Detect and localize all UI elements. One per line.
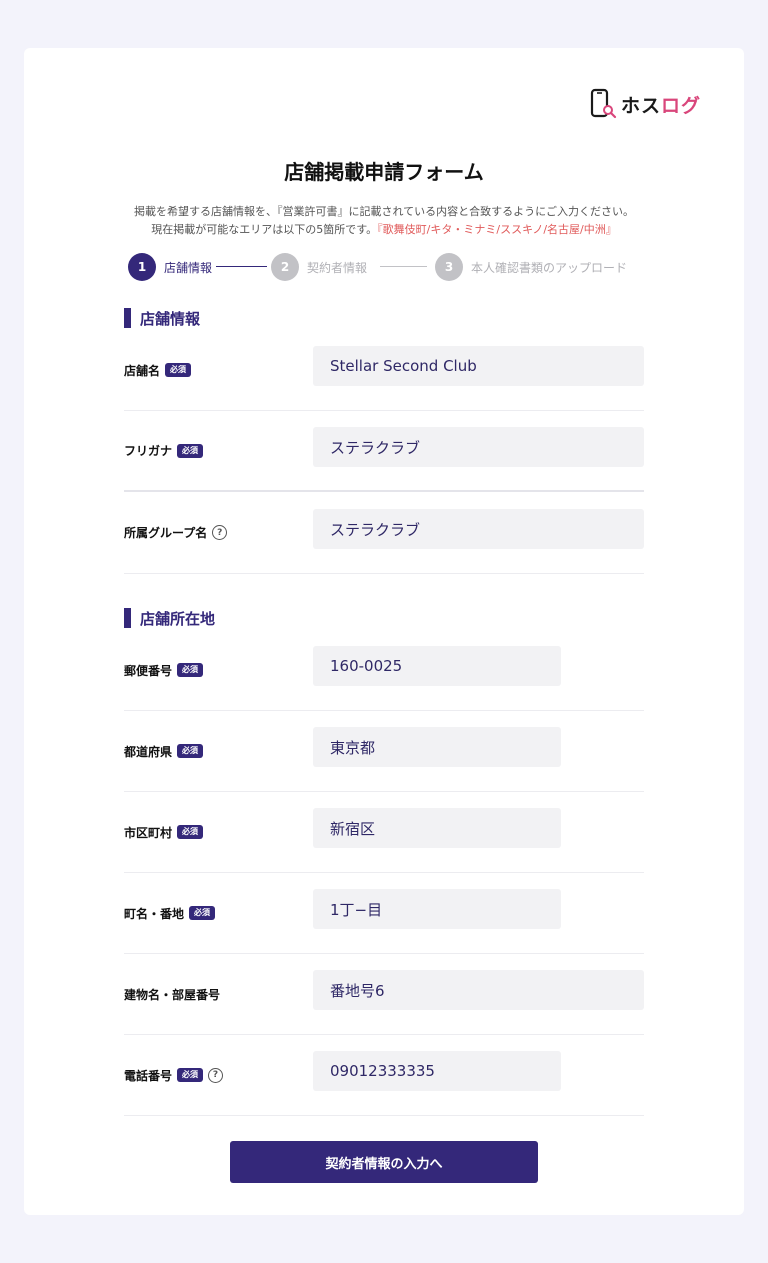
required-badge: 必須 [177, 825, 204, 839]
field-label: 建物名・部屋番号 [124, 954, 220, 1034]
form-card: ホスログ 店舗掲載申請フォーム 掲載を希望する店舗情報を、『営業許可書』に記載さ… [24, 48, 744, 1215]
section-title: 店舗情報 [140, 309, 201, 328]
field-label-text: フリガナ [124, 444, 173, 458]
form-row-store-name: 店舗名 必須 [124, 330, 644, 411]
field-label-text: 郵便番号 [124, 663, 173, 678]
logo-text-pink: ログ [661, 94, 702, 117]
form-row-postal-code: 郵便番号 必須 [124, 630, 644, 711]
form-row-prefecture: 都道府県 必須 [124, 711, 644, 792]
form-description: 掲載を希望する店舗情報を、『営業許可書』に記載されている内容と合致するようにご入… [24, 203, 744, 239]
field-label: 所属グループ名 ? [124, 492, 228, 573]
help-icon[interactable]: ? [208, 1067, 224, 1083]
help-icon[interactable]: ? [212, 525, 228, 540]
field-label-text: 市区町村 [124, 825, 173, 840]
logo-text-dark: ホス [621, 94, 662, 117]
field-label: 店舗名 必須 [124, 330, 192, 410]
city-input[interactable] [313, 808, 561, 848]
step-connector-2 [380, 266, 427, 267]
group-name-input[interactable] [313, 509, 644, 549]
available-areas: 『歌舞伎町/キタ・ミナミ/ススキノ/名古屋/中洲』 [377, 223, 617, 236]
form-row-city: 市区町村 必須 [124, 792, 644, 873]
form-row-group-name: 所属グループ名 ? [124, 492, 644, 574]
field-label: 都道府県 必須 [124, 711, 204, 791]
description-area-intro: 現在掲載が可能なエリアは以下の5箇所です。 [151, 223, 378, 236]
form-row-phone: 電話番号 必須 ? [124, 1035, 644, 1116]
step-connector-1 [216, 266, 267, 267]
field-label-text: 電話番号 [124, 1068, 173, 1083]
field-label-text: 店舗名 [124, 363, 161, 378]
page-title: 店舗掲載申請フォーム [284, 160, 484, 184]
required-badge: 必須 [177, 443, 204, 458]
building-input[interactable] [313, 970, 644, 1010]
field-label: 市区町村 必須 [124, 792, 204, 872]
form-row-building: 建物名・部屋番号 [124, 954, 644, 1035]
street-input[interactable] [313, 889, 561, 929]
section-title: 店舗所在地 [140, 609, 216, 628]
step-1-circle: 1 [128, 253, 156, 281]
description-line-1: 掲載を希望する店舗情報を、『営業許可書』に記載されている内容と合致するようにご入… [134, 205, 634, 218]
required-badge: 必須 [177, 1068, 204, 1082]
phone-input[interactable] [313, 1051, 561, 1091]
logo-text: ホスログ [621, 91, 701, 118]
progress-stepper: 1 店舗情報 2 契約者情報 3 本人確認書類のアップロード [128, 253, 648, 281]
step-3-circle: 3 [435, 253, 463, 281]
form-row-furigana: フリガナ 必須 [124, 411, 644, 492]
postal-code-input[interactable] [313, 646, 561, 686]
next-step-button[interactable]: 契約者情報の入力へ [230, 1141, 538, 1183]
furigana-input[interactable] [313, 427, 644, 467]
phone-search-icon [590, 88, 617, 119]
required-badge: 必須 [177, 744, 204, 758]
required-badge: 必須 [189, 906, 216, 920]
required-badge: 必須 [177, 663, 204, 677]
step-1-label: 店舗情報 [164, 261, 213, 275]
field-label-text: 町名・番地 [124, 906, 185, 921]
prefecture-input[interactable] [313, 727, 561, 767]
section-store-address: 店舗所在地 [124, 608, 215, 628]
field-label-text: 所属グループ名 [124, 526, 208, 540]
step-2-circle: 2 [271, 253, 299, 281]
field-label-text: 都道府県 [124, 744, 173, 759]
field-label: 郵便番号 必須 [124, 630, 204, 710]
form-row-street: 町名・番地 必須 [124, 873, 644, 954]
required-badge: 必須 [165, 363, 192, 377]
brand-logo[interactable]: ホスログ [589, 88, 701, 120]
field-label-text: 建物名・部屋番号 [124, 987, 221, 1002]
step-3-label: 本人確認書類のアップロード [471, 261, 628, 275]
section-marker [124, 308, 131, 328]
step-2-label: 契約者情報 [307, 261, 368, 275]
description-line-2: 現在掲載が可能なエリアは以下の5箇所です。『歌舞伎町/キタ・ミナミ/ススキノ/名… [24, 221, 744, 239]
field-label: フリガナ 必須 [124, 411, 204, 490]
store-name-input[interactable] [313, 346, 644, 386]
section-store-info: 店舗情報 [124, 308, 200, 328]
section-marker [124, 608, 131, 628]
field-label: 電話番号 必須 ? [124, 1035, 224, 1115]
field-label: 町名・番地 必須 [124, 873, 216, 953]
